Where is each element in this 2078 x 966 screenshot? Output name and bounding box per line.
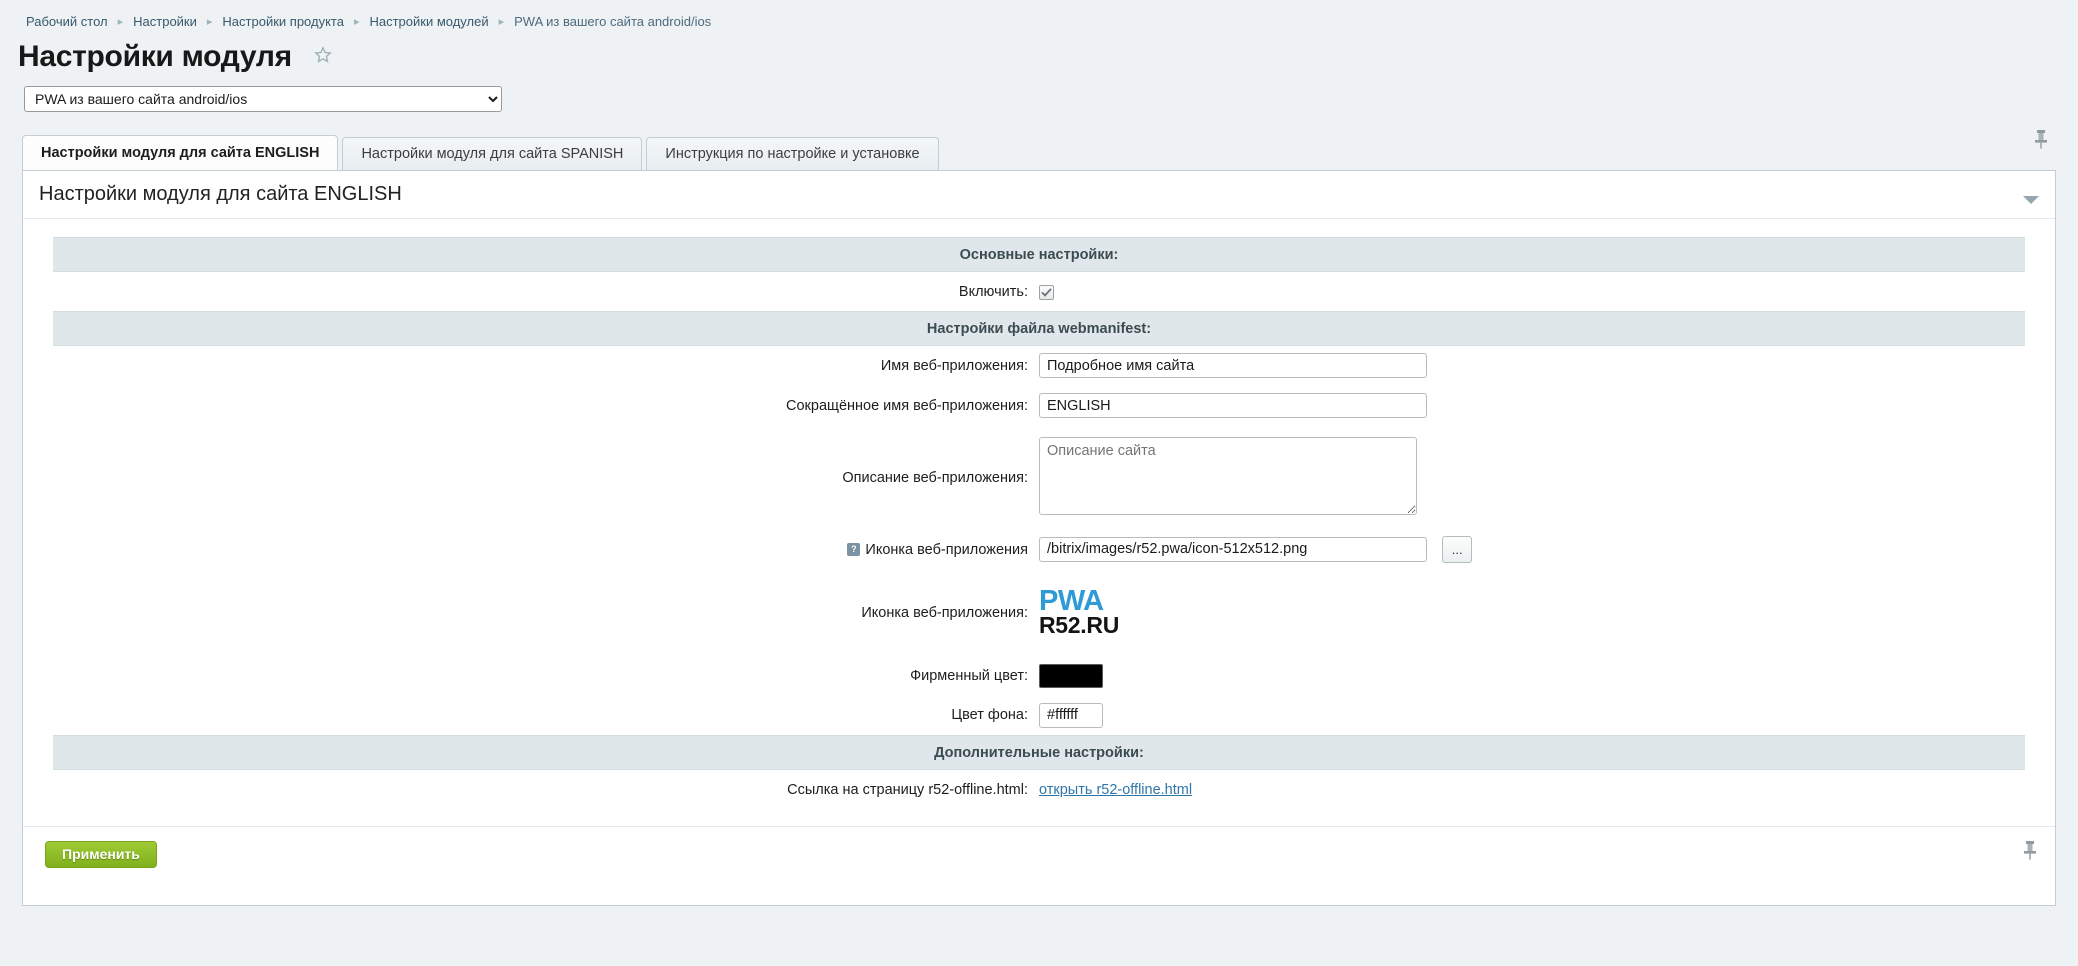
row-short-name: Сокращённое имя веб-приложения: [53,386,2025,426]
section-header-webmanifest-label: Настройки файла webmanifest: [53,312,2025,346]
pin-icon[interactable] [2021,839,2039,865]
settings-form-table: Основные настройки: Включить: Настройки … [53,237,2025,810]
pin-icon[interactable] [2032,128,2050,154]
section-header-main: Основные настройки: [53,238,2025,272]
row-icon-path: ? Иконка веб-приложения ... [53,530,2025,570]
background-color-input[interactable] [1039,703,1103,728]
form-footer: Применить [23,826,2055,890]
enable-label: Включить: [53,272,1039,312]
breadcrumb-separator-icon: ▸ [207,15,213,28]
icon-path-input[interactable] [1039,537,1427,562]
app-name-input[interactable] [1039,353,1427,378]
offline-link-value-cell: открыть r52-offline.html [1039,770,2025,810]
favorite-star-icon[interactable] [314,46,332,68]
breadcrumb-item-0[interactable]: Рабочий стол [26,14,108,29]
breadcrumb-item-4[interactable]: PWA из вашего сайта android/ios [514,14,711,29]
pwa-logo-top-text: PWA [1039,588,1143,615]
help-icon[interactable]: ? [847,543,860,556]
row-enable: Включить: [53,272,2025,312]
tab-label: Настройки модуля для сайта SPANISH [361,146,623,162]
enable-value-cell [1039,272,2025,312]
apply-button[interactable]: Применить [45,841,157,868]
row-theme-color: Фирменный цвет: [53,656,2025,696]
offline-page-link[interactable]: открыть r52-offline.html [1039,782,1192,798]
breadcrumb-separator-icon: ▸ [118,15,124,28]
icon-path-label: Иконка веб-приложения [865,542,1028,558]
site-select[interactable]: PWA из вашего сайта android/ios [24,86,502,112]
theme-color-swatch[interactable] [1039,664,1103,688]
breadcrumb-item-3[interactable]: Настройки модулей [369,14,488,29]
description-value-cell [1039,426,2025,530]
short-name-input[interactable] [1039,393,1427,418]
background-color-value-cell [1039,696,2025,736]
page-title: Настройки модуля [18,40,292,74]
settings-panel: Настройки модуля для сайта ENGLISH Основ… [22,170,2056,906]
row-icon-preview: Иконка веб-приложения: PWA R52.RU [53,570,2025,656]
chevron-down-icon[interactable] [2021,189,2041,212]
offline-link-label: Ссылка на страницу r52-offline.html: [53,770,1039,810]
tab-settings-spanish[interactable]: Настройки модуля для сайта SPANISH [342,137,642,170]
page-title-row: Настройки модуля [0,32,2078,78]
browse-file-button[interactable]: ... [1442,536,1472,563]
section-header-additional-label: Дополнительные настройки: [53,736,2025,770]
app-name-label: Имя веб-приложения: [53,346,1039,386]
breadcrumb-separator-icon: ▸ [354,15,360,28]
short-name-label: Сокращённое имя веб-приложения: [53,386,1039,426]
row-app-name: Имя веб-приложения: [53,346,2025,386]
section-header-webmanifest: Настройки файла webmanifest: [53,312,2025,346]
pwa-logo-bottom-text: R52.RU [1039,614,1143,637]
description-textarea[interactable] [1039,437,1417,515]
icon-path-label-cell: ? Иконка веб-приложения [53,530,1039,570]
section-header-main-label: Основные настройки: [53,238,2025,272]
tab-label: Настройки модуля для сайта ENGLISH [41,145,319,161]
breadcrumb-separator-icon: ▸ [499,15,505,28]
panel-title: Настройки модуля для сайта ENGLISH [39,183,402,206]
breadcrumb-item-1[interactable]: Настройки [133,14,197,29]
row-description: Описание веб-приложения: [53,426,2025,530]
description-label: Описание веб-приложения: [53,426,1039,530]
theme-color-value-cell [1039,656,2025,696]
row-background-color: Цвет фона: [53,696,2025,736]
site-selector-row: PWA из вашего сайта android/ios [0,78,2078,112]
icon-preview-label: Иконка веб-приложения: [53,570,1039,656]
tab-label: Инструкция по настройке и установке [665,146,919,162]
theme-color-label: Фирменный цвет: [53,656,1039,696]
tab-instructions[interactable]: Инструкция по настройке и установке [646,137,938,170]
tab-bar: Настройки модуля для сайта ENGLISH Настр… [22,134,2056,170]
tab-settings-english[interactable]: Настройки модуля для сайта ENGLISH [22,135,338,170]
breadcrumb: Рабочий стол ▸ Настройки ▸ Настройки про… [0,0,2078,32]
enable-checkbox[interactable] [1039,285,1054,300]
breadcrumb-item-2[interactable]: Настройки продукта [222,14,344,29]
pwa-logo-image: PWA R52.RU [1039,582,1143,644]
background-color-label: Цвет фона: [53,696,1039,736]
icon-path-value-cell: ... [1039,530,2025,570]
panel-header: Настройки модуля для сайта ENGLISH [23,171,2055,219]
short-name-value-cell [1039,386,2025,426]
icon-preview-value-cell: PWA R52.RU [1039,570,2025,656]
row-offline-link: Ссылка на страницу r52-offline.html: отк… [53,770,2025,810]
settings-form: Основные настройки: Включить: Настройки … [23,219,2055,810]
section-header-additional: Дополнительные настройки: [53,736,2025,770]
app-name-value-cell [1039,346,2025,386]
